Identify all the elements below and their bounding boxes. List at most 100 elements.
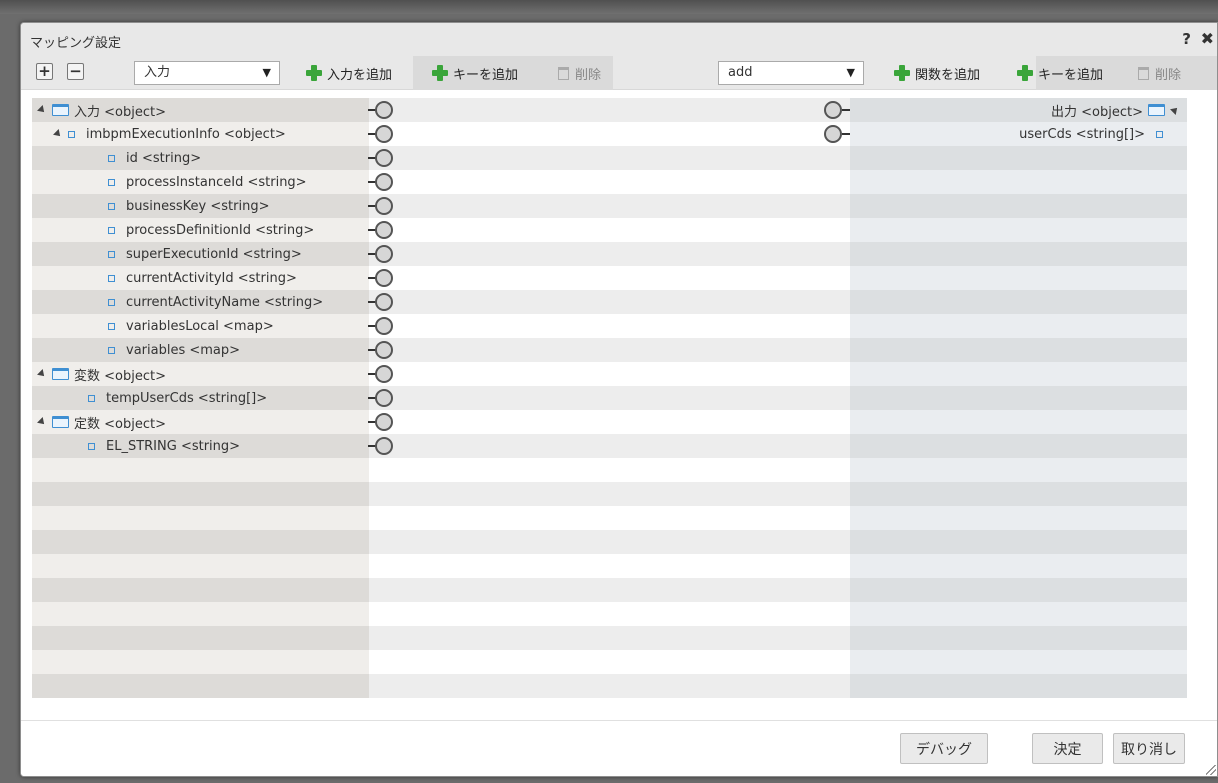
source-tree-item[interactable]: tempUserCds <string[]> (88, 386, 267, 410)
field-icon (108, 154, 115, 162)
source-port-icon[interactable] (368, 196, 395, 216)
add-key-left-button[interactable]: キーを追加 (432, 56, 518, 90)
field-icon (108, 178, 115, 186)
mapping-settings-dialog: マッピング設定 ? ✖ + − 入力 ▼ 入力を追加 キーを追加 削除 add … (20, 22, 1218, 777)
source-port-icon[interactable] (368, 316, 395, 336)
target-port-icon[interactable] (824, 124, 851, 144)
source-tree-label: 変数 <object> (74, 368, 166, 384)
source-port-icon[interactable] (368, 100, 395, 120)
function-select[interactable]: add ▼ (718, 61, 864, 85)
expand-triangle-icon[interactable] (37, 369, 47, 379)
expand-all-button[interactable]: + (36, 63, 53, 80)
delete-right-button[interactable]: 削除 (1138, 56, 1181, 90)
field-icon (108, 346, 115, 354)
source-port-icon[interactable] (368, 268, 395, 288)
function-select-value: add (728, 65, 753, 80)
field-icon (88, 442, 95, 450)
object-icon (52, 416, 69, 428)
field-icon (108, 250, 115, 258)
source-tree-item[interactable]: imbpmExecutionInfo <object> (53, 122, 286, 146)
source-tree-item[interactable]: EL_STRING <string> (88, 434, 240, 458)
target-tree-item[interactable]: 出力 <object> (1051, 98, 1180, 122)
source-port-icon[interactable] (368, 436, 395, 456)
source-port-icon[interactable] (368, 292, 395, 312)
mapping-row (32, 602, 1187, 626)
source-port-icon[interactable] (368, 340, 395, 360)
cancel-button[interactable]: 取り消し (1113, 733, 1185, 764)
source-tree-item[interactable]: currentActivityName <string> (108, 290, 323, 314)
object-icon (52, 368, 69, 380)
source-select-value: 入力 (144, 65, 171, 80)
source-tree-item[interactable]: processDefinitionId <string> (108, 218, 314, 242)
dialog-footer: デバッグ 決定 取り消し (21, 720, 1217, 776)
source-tree-item[interactable]: superExecutionId <string> (108, 242, 302, 266)
source-tree-label: imbpmExecutionInfo <object> (86, 126, 286, 142)
source-port-icon[interactable] (368, 412, 395, 432)
field-icon (108, 202, 115, 210)
expand-triangle-icon[interactable] (1170, 105, 1180, 115)
source-tree-item[interactable]: variablesLocal <map> (108, 314, 274, 338)
help-icon[interactable]: ? (1182, 30, 1191, 48)
mapping-row (32, 506, 1187, 530)
source-port-icon[interactable] (368, 148, 395, 168)
source-tree-label: variablesLocal <map> (126, 318, 274, 334)
debug-button[interactable]: デバッグ (900, 733, 988, 764)
add-function-button[interactable]: 関数を追加 (894, 56, 980, 90)
source-tree-label: processDefinitionId <string> (126, 222, 315, 238)
source-tree-item[interactable]: 変数 <object> (37, 362, 166, 386)
source-tree-item[interactable]: businessKey <string> (108, 194, 269, 218)
add-key-left-label: キーを追加 (453, 67, 519, 83)
plus-icon (1017, 65, 1033, 81)
source-port-icon[interactable] (368, 124, 395, 144)
mapping-row (32, 578, 1187, 602)
source-tree-item[interactable]: currentActivityId <string> (108, 266, 297, 290)
mapping-row (32, 530, 1187, 554)
resize-grip-icon[interactable] (1206, 765, 1216, 775)
dialog-titlebar[interactable]: マッピング設定 ? ✖ (21, 23, 1217, 56)
source-tree-item[interactable]: variables <map> (108, 338, 240, 362)
source-tree-item[interactable]: id <string> (108, 146, 201, 170)
source-tree-label: 定数 <object> (74, 416, 166, 432)
delete-left-button[interactable]: 削除 (558, 56, 601, 90)
plus-icon (894, 65, 910, 81)
delete-left-label: 削除 (575, 67, 602, 83)
target-tree-item[interactable]: userCds <string[]> (1019, 122, 1163, 146)
source-port-icon[interactable] (368, 388, 395, 408)
mapping-canvas[interactable]: 入力 <object> imbpmExecutionInfo <object> id… (32, 98, 1187, 700)
delete-right-label: 削除 (1155, 67, 1182, 83)
source-tree-label: tempUserCds <string[]> (106, 390, 268, 406)
source-port-icon[interactable] (368, 172, 395, 192)
add-key-right-button[interactable]: キーを追加 (1017, 56, 1103, 90)
source-port-icon[interactable] (368, 364, 395, 384)
mapping-row (32, 650, 1187, 674)
toolbar: + − 入力 ▼ 入力を追加 キーを追加 削除 add ▼ 関数を追加 キーを追… (21, 56, 1217, 90)
target-port-icon[interactable] (824, 100, 851, 120)
source-port-icon[interactable] (368, 220, 395, 240)
field-icon (108, 322, 115, 330)
mapping-row (32, 458, 1187, 482)
close-icon[interactable]: ✖ (1201, 29, 1214, 48)
source-select[interactable]: 入力 ▼ (134, 61, 280, 85)
ok-button[interactable]: 決定 (1032, 733, 1103, 764)
source-tree-label: EL_STRING <string> (106, 438, 241, 454)
field-icon (108, 226, 115, 234)
expand-triangle-icon[interactable] (37, 417, 47, 427)
expand-triangle-icon[interactable] (37, 105, 47, 115)
field-icon (108, 274, 115, 282)
object-icon (1148, 104, 1165, 116)
add-input-button[interactable]: 入力を追加 (306, 56, 392, 90)
source-tree-item[interactable]: 定数 <object> (37, 410, 166, 434)
mapping-row (32, 626, 1187, 650)
expand-triangle-icon[interactable] (53, 129, 63, 139)
target-tree-label: userCds <string[]> (1019, 126, 1145, 142)
mapping-row (32, 674, 1187, 698)
mapping-row (32, 98, 1187, 122)
source-tree-item[interactable]: 入力 <object> (37, 98, 166, 122)
source-tree-item[interactable]: processInstanceId <string> (108, 170, 307, 194)
source-tree-label: variables <map> (126, 342, 241, 358)
chevron-down-icon: ▼ (846, 66, 855, 79)
source-port-icon[interactable] (368, 244, 395, 264)
mapping-row (32, 362, 1187, 386)
collapse-all-button[interactable]: − (67, 63, 84, 80)
mapping-row (32, 146, 1187, 170)
